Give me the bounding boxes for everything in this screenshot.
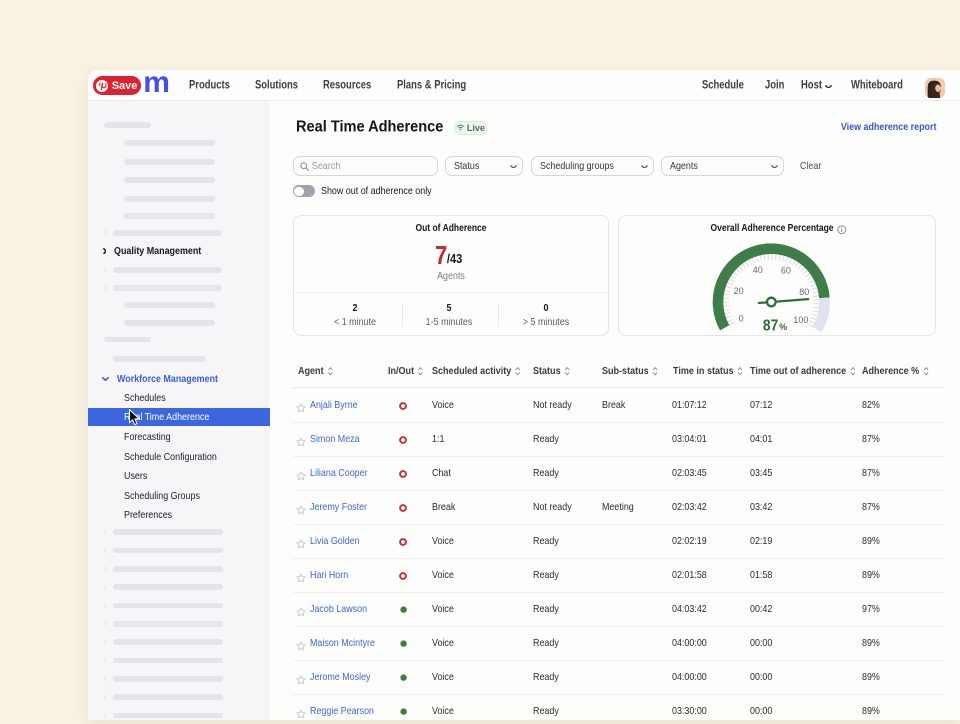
svg-text:%: % <box>779 322 787 332</box>
svg-text:40: 40 <box>753 265 763 275</box>
svg-text:100: 100 <box>794 315 809 325</box>
svg-text:60: 60 <box>781 266 791 276</box>
svg-text:87: 87 <box>763 318 778 335</box>
svg-text:0: 0 <box>739 314 744 324</box>
svg-text:20: 20 <box>734 286 744 296</box>
svg-text:80: 80 <box>800 287 810 297</box>
